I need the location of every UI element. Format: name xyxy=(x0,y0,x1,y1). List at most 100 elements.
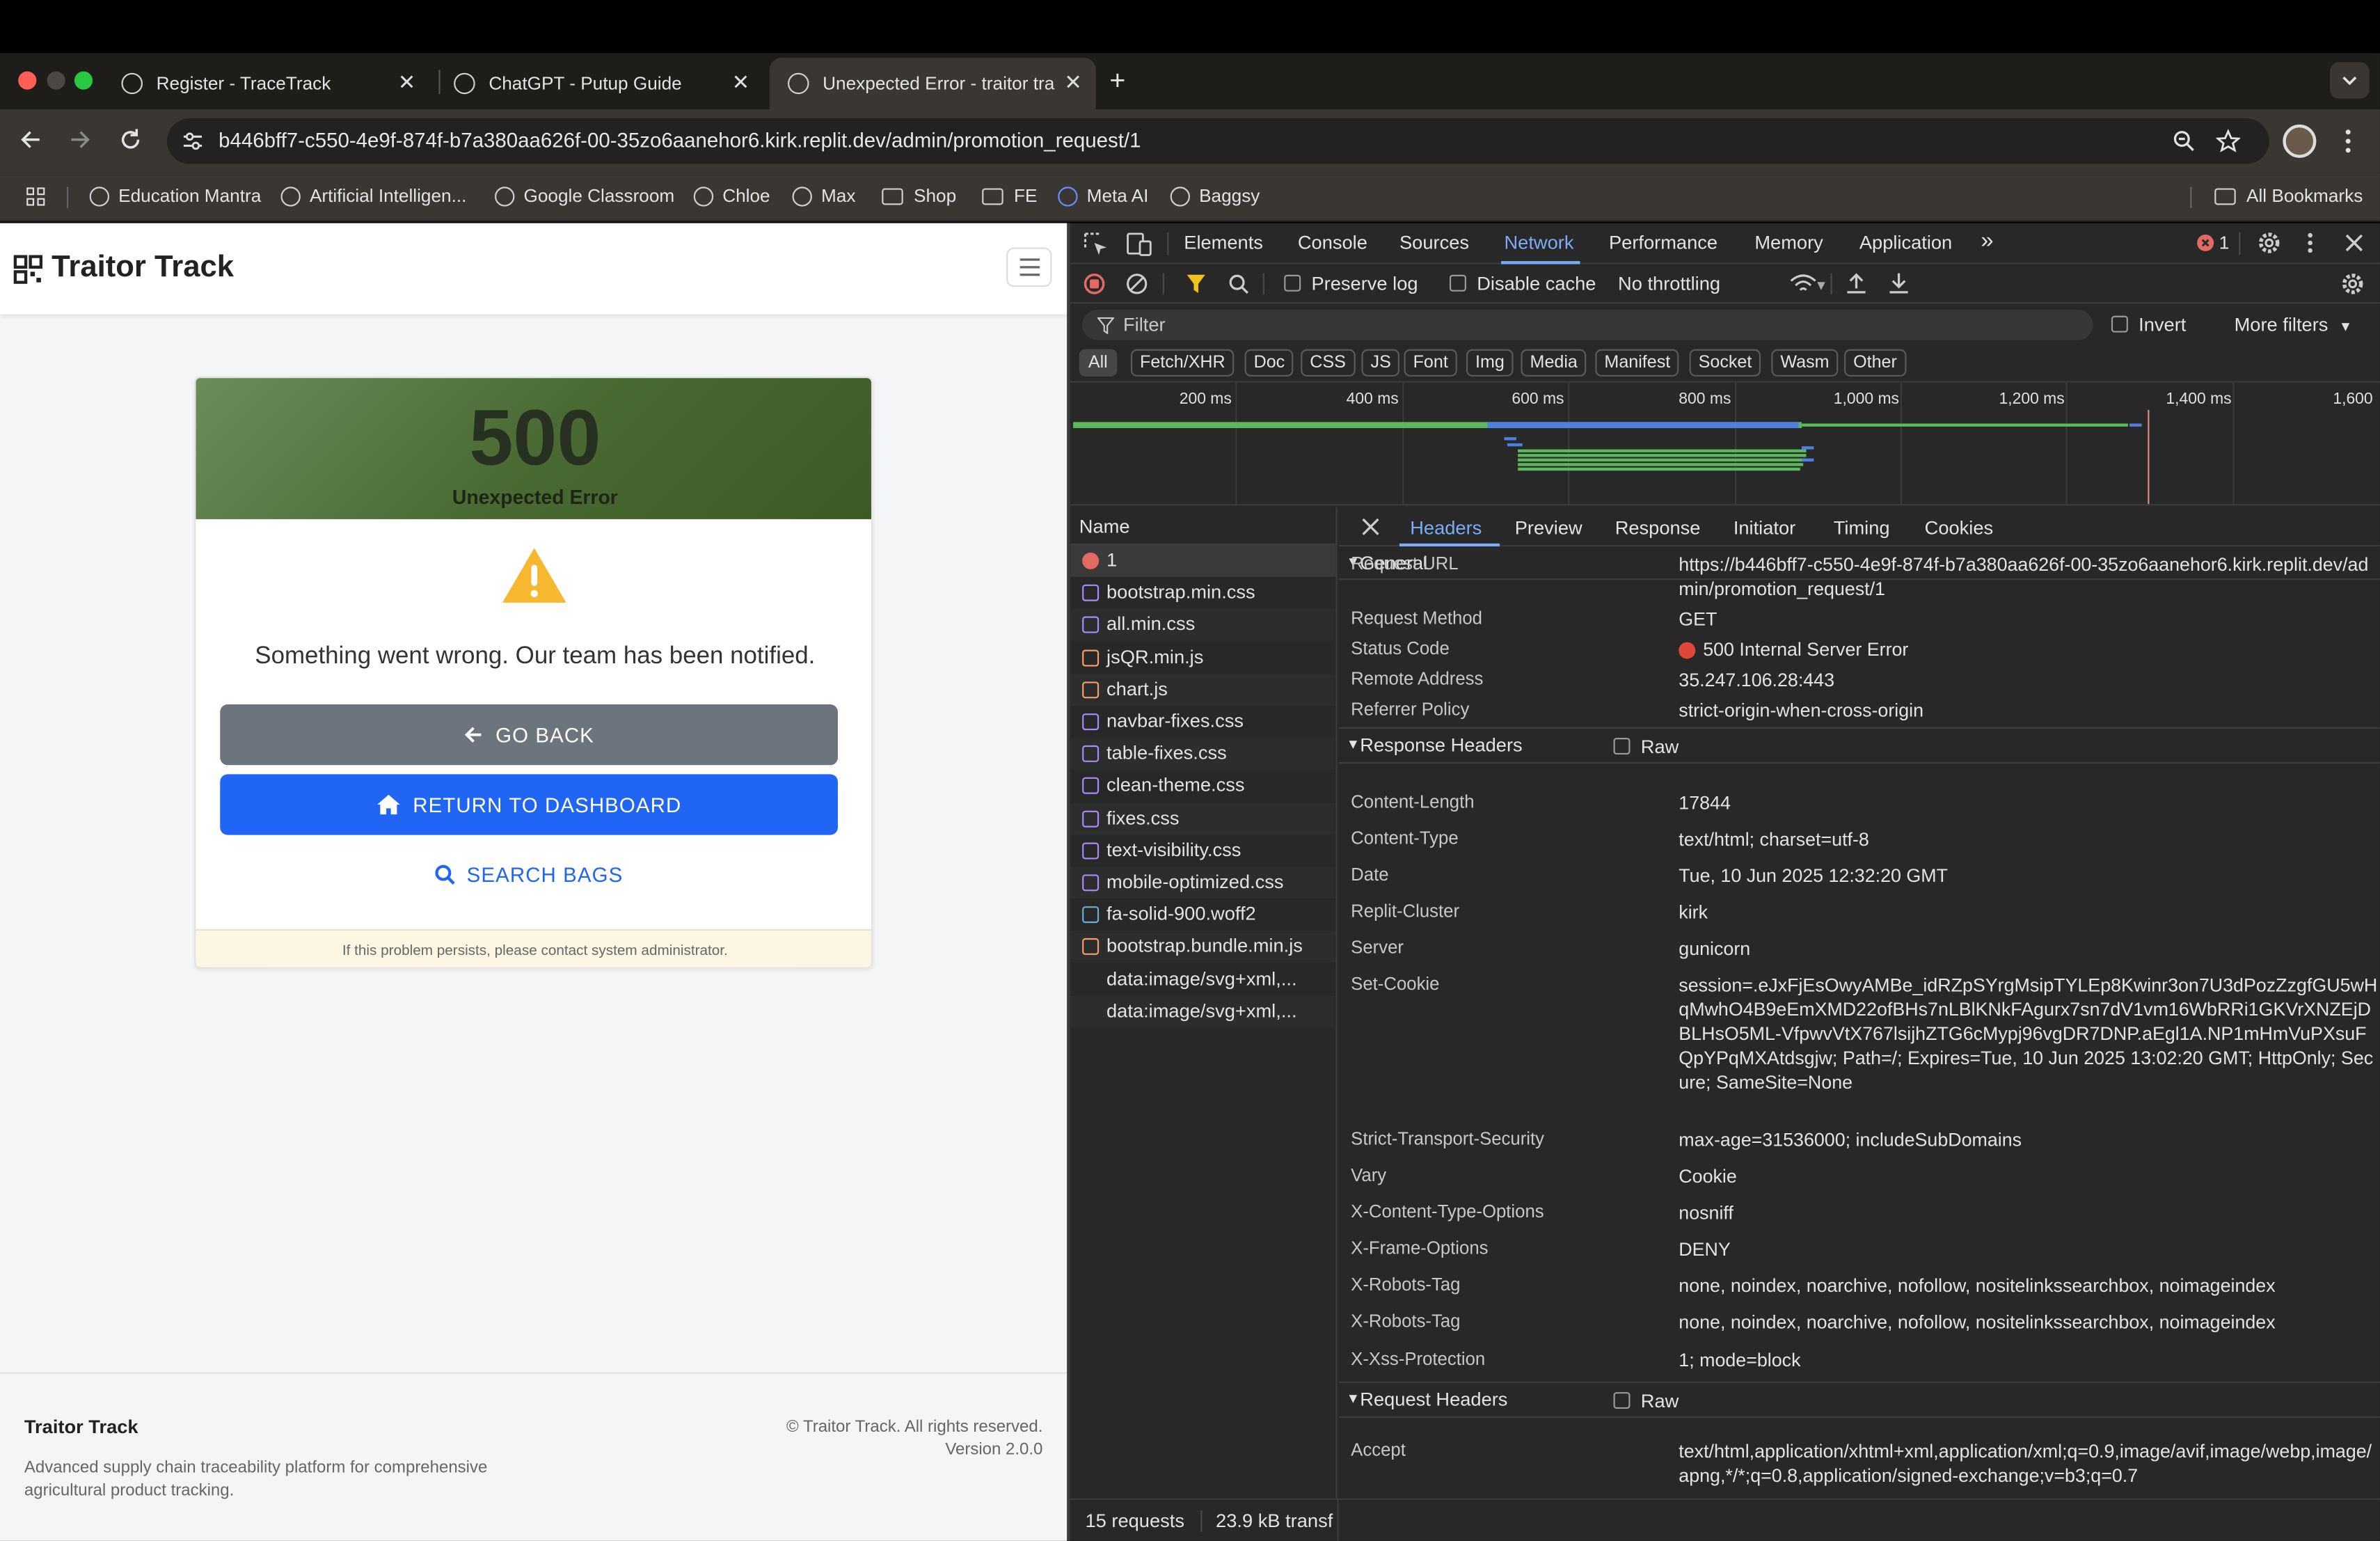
header-value[interactable]: none, noindex, noarchive, nofollow, nosi… xyxy=(1679,1310,2380,1334)
preserve-log-checkbox[interactable]: Preserve log xyxy=(1284,274,1418,294)
header-value[interactable]: gunicorn xyxy=(1679,937,2380,961)
type-filter-js[interactable]: JS xyxy=(1361,349,1400,377)
bookmark-item[interactable]: Meta AI xyxy=(1058,185,1148,207)
header-value[interactable]: session=.eJxFjEsOwyAMBe_idRZpSYrgMsipTYL… xyxy=(1679,973,2380,1094)
go-back-button[interactable]: GO BACK xyxy=(220,704,838,766)
header-value[interactable]: none, noindex, noarchive, nofollow, nosi… xyxy=(1679,1274,2380,1298)
response-headers-section-header[interactable]: ▼ Response Headers Raw xyxy=(1338,727,2380,764)
reload-button[interactable] xyxy=(118,127,143,152)
header-value[interactable]: 1; mode=block xyxy=(1679,1348,2380,1373)
type-filter-wasm[interactable]: Wasm xyxy=(1771,349,1839,377)
devtools-tab-performance[interactable]: Performance xyxy=(1609,232,1717,254)
close-tab-icon[interactable]: ✕ xyxy=(396,72,418,93)
request-row[interactable]: jsQR.min.js xyxy=(1070,641,1336,674)
header-value[interactable]: 35.247.106.28:443 xyxy=(1679,668,2380,693)
bookmark-item[interactable]: Google Classroom xyxy=(495,185,674,207)
type-filter-fetch-xhr[interactable]: Fetch/XHR xyxy=(1130,349,1235,377)
header-value[interactable]: Cookie xyxy=(1679,1164,2380,1189)
request-row[interactable]: fa-solid-900.woff2 xyxy=(1070,899,1336,931)
type-filter-img[interactable]: Img xyxy=(1466,349,1514,377)
inspect-element-icon[interactable] xyxy=(1084,232,1108,257)
devtools-tab-application[interactable]: Application xyxy=(1859,232,1952,254)
bookmark-folder[interactable]: FE xyxy=(982,185,1037,207)
devtools-tab-memory[interactable]: Memory xyxy=(1754,232,1823,254)
devtools-tab-network[interactable]: Network xyxy=(1504,232,1573,254)
browser-tab-active[interactable]: Unexpected Error - traitor tra ✕ xyxy=(769,57,1096,110)
bookmark-item[interactable]: Chloe xyxy=(693,185,770,207)
close-details-icon[interactable] xyxy=(1361,518,1379,536)
request-row[interactable]: bootstrap.bundle.min.js xyxy=(1070,931,1336,963)
address-bar[interactable]: b446bff7-c550-4e9f-874f-b7a380aa626f-00-… xyxy=(166,118,2269,164)
devtools-tab-console[interactable]: Console xyxy=(1298,232,1367,254)
device-toolbar-icon[interactable] xyxy=(1126,232,1153,257)
header-value[interactable]: Tue, 10 Jun 2025 12:32:20 GMT xyxy=(1679,864,2380,888)
tab-preview[interactable]: Preview xyxy=(1515,518,1582,539)
network-settings-gear-icon[interactable] xyxy=(2340,271,2365,296)
raw-checkbox[interactable]: Raw xyxy=(1613,1391,1679,1412)
record-stop-icon[interactable] xyxy=(1084,274,1105,295)
name-column-header[interactable]: Name xyxy=(1070,507,1338,546)
type-filter-socket[interactable]: Socket xyxy=(1689,349,1761,377)
forward-button[interactable] xyxy=(68,127,93,152)
request-row[interactable]: text-visibility.css xyxy=(1070,835,1336,867)
header-value[interactable]: 500 Internal Server Error xyxy=(1679,638,2380,662)
error-count-badge[interactable]: 1 xyxy=(2196,232,2229,253)
clear-icon[interactable] xyxy=(1126,274,1148,295)
all-bookmarks-folder[interactable]: All Bookmarks xyxy=(2214,185,2363,207)
close-window-button[interactable] xyxy=(18,71,37,90)
profile-avatar[interactable] xyxy=(2283,124,2317,158)
type-filter-font[interactable]: Font xyxy=(1404,349,1457,377)
type-filter-doc[interactable]: Doc xyxy=(1244,349,1294,377)
raw-checkbox[interactable]: Raw xyxy=(1613,736,1679,757)
request-row[interactable]: bootstrap.min.css xyxy=(1070,577,1336,610)
back-button[interactable] xyxy=(18,127,42,152)
header-value[interactable]: max-age=31536000; includeSubDomains xyxy=(1679,1128,2380,1153)
invert-checkbox[interactable]: Invert xyxy=(2111,314,2186,335)
upload-icon[interactable] xyxy=(1846,271,1867,294)
new-tab-button[interactable]: + xyxy=(1109,65,1125,97)
settings-gear-icon[interactable] xyxy=(2257,231,2281,255)
type-filter-manifest[interactable]: Manifest xyxy=(1595,349,1680,377)
close-tab-icon[interactable]: ✕ xyxy=(730,72,752,93)
header-value[interactable]: https://b446bff7-c550-4e9f-874f-b7a380aa… xyxy=(1679,553,2380,601)
more-tabs-icon[interactable]: » xyxy=(1981,228,1993,253)
request-row[interactable]: data:image/svg+xml,... xyxy=(1070,995,1336,1028)
return-to-dashboard-button[interactable]: RETURN TO DASHBOARD xyxy=(220,774,838,835)
bookmark-item[interactable]: Baggsy xyxy=(1170,185,1260,207)
request-row[interactable]: clean-theme.css xyxy=(1070,770,1336,803)
header-value[interactable]: DENY xyxy=(1679,1238,2380,1262)
header-value[interactable]: kirk xyxy=(1679,900,2380,924)
brand-logo[interactable]: Traitor Track xyxy=(51,251,234,285)
download-icon[interactable] xyxy=(1888,271,1910,294)
bookmark-item[interactable]: Max xyxy=(792,185,855,207)
bookmark-item[interactable]: Education Mantra xyxy=(89,185,261,207)
request-row[interactable]: 1 xyxy=(1070,545,1336,577)
tab-response[interactable]: Response xyxy=(1615,518,1701,539)
filter-input[interactable]: Filter xyxy=(1082,309,2093,340)
tab-initiator[interactable]: Initiator xyxy=(1734,518,1795,539)
devtools-tab-sources[interactable]: Sources xyxy=(1399,232,1469,254)
tab-headers[interactable]: Headers xyxy=(1410,518,1482,539)
type-filter-other[interactable]: Other xyxy=(1844,349,1906,377)
header-value[interactable]: strict-origin-when-cross-origin xyxy=(1679,698,2380,722)
type-filter-media[interactable]: Media xyxy=(1521,349,1587,377)
zoom-icon[interactable] xyxy=(2172,129,2196,153)
tab-timing[interactable]: Timing xyxy=(1834,518,1890,539)
request-row[interactable]: table-fixes.css xyxy=(1070,738,1336,770)
disable-cache-checkbox[interactable]: Disable cache xyxy=(1449,274,1596,294)
request-row[interactable]: all.min.css xyxy=(1070,609,1336,642)
type-filter-css[interactable]: CSS xyxy=(1301,349,1355,377)
url-text[interactable]: b446bff7-c550-4e9f-874f-b7a380aa626f-00-… xyxy=(219,129,1141,152)
header-value[interactable]: GET xyxy=(1679,607,2380,631)
search-icon[interactable] xyxy=(1228,274,1250,295)
search-bags-link[interactable]: SEARCH BAGS xyxy=(220,844,838,905)
bookmark-star-icon[interactable] xyxy=(2216,129,2241,153)
request-headers-section-header[interactable]: ▼ Request Headers Raw xyxy=(1338,1381,2380,1418)
type-filter-all[interactable]: All xyxy=(1079,349,1117,377)
tab-search-button[interactable] xyxy=(2329,62,2370,99)
browser-tab[interactable]: ChatGPT - Putup Guide ✕ xyxy=(436,58,763,109)
filter-funnel-icon[interactable] xyxy=(1185,274,1207,295)
header-value[interactable]: 17844 xyxy=(1679,791,2380,815)
close-tab-icon[interactable]: ✕ xyxy=(1063,72,1084,93)
bookmark-item[interactable]: Artificial Intelligen... xyxy=(280,185,466,207)
